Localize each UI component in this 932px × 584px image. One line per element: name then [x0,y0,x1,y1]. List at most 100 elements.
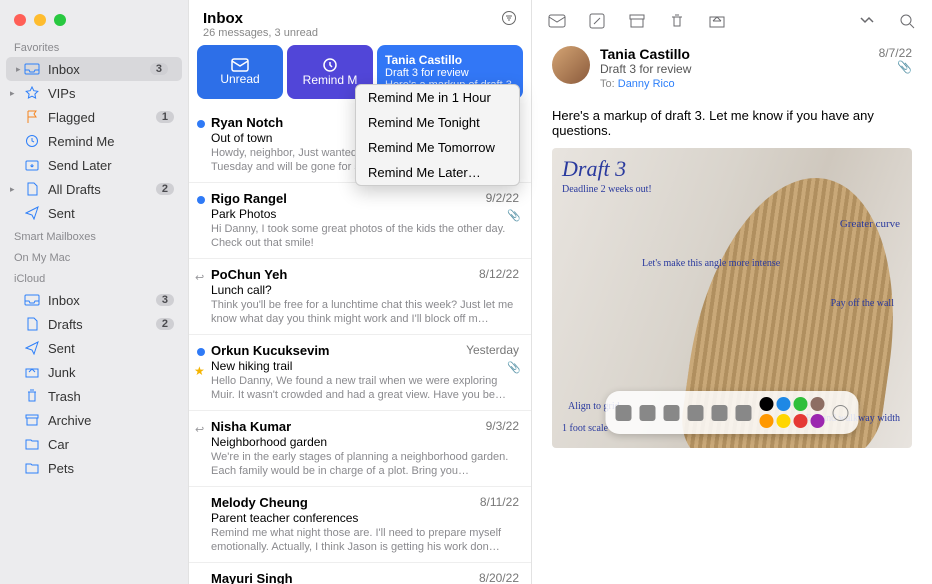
count-badge: 3 [150,63,168,75]
trash-icon[interactable] [668,12,686,30]
chevron-right-icon[interactable]: ▸ [16,64,21,75]
chevron-right-icon[interactable]: ▸ [10,184,15,195]
sidebar-item-inbox[interactable]: Inbox3 [0,288,188,312]
sidebar-section-icloud: iCloud [0,267,188,288]
close-window-button[interactable] [14,14,26,26]
message-date: Yesterday [466,343,519,358]
smart-card-unread[interactable]: Unread [197,45,283,99]
sidebar-item-label: Junk [48,365,75,380]
markup-add-icon[interactable] [833,405,849,421]
mailbox-title: Inbox [203,10,318,27]
sidebar-item-label: VIPs [48,86,75,101]
sidebar-item-trash[interactable]: Trash [0,384,188,408]
color-swatch[interactable] [777,414,791,428]
message-row[interactable]: ↩︎PoChun Yeh8/12/22Lunch call?Think you'… [189,259,531,335]
search-icon[interactable] [898,12,916,30]
message-date: 9/3/22 [486,419,519,434]
message-subject: Lunch call? [211,283,519,297]
sidebar-item-label: Trash [48,389,81,404]
markup-marker-icon[interactable] [640,405,656,421]
sidebar-item-sent[interactable]: Sent [0,336,188,360]
reader-subject: Draft 3 for review [600,62,869,76]
envelope-icon[interactable] [548,12,566,30]
message-preview: Think you'll be free for a lunchtime cha… [211,298,519,326]
markup-toolbar[interactable] [606,391,859,434]
sidebar-item-send-later[interactable]: Send Later [0,153,188,177]
message-date: 8/12/22 [479,267,519,282]
compose-icon[interactable] [588,12,606,30]
count-badge: 3 [156,294,174,306]
sidebar-item-drafts[interactable]: Drafts2 [0,312,188,336]
message-sender: Orkun Kucuksevim [211,343,330,358]
sidebar-item-sent[interactable]: Sent [0,201,188,225]
folder-icon [24,460,40,476]
message-row[interactable]: ↩︎Nisha Kumar9/3/22Neighborhood gardenWe… [189,411,531,487]
markup-lasso-icon[interactable] [712,405,728,421]
sidebar-item-inbox[interactable]: ▸Inbox3 [6,57,182,81]
sidebar-section-onmymac: On My Mac [0,246,188,267]
ctx-remind-later[interactable]: Remind Me Later… [356,160,519,185]
archive-icon[interactable] [628,12,646,30]
reader-to-value[interactable]: Danny Rico [618,78,675,90]
annotation: 1 foot scale [562,423,608,434]
flag-icon [24,109,40,125]
message-row[interactable]: Melody Cheung8/11/22Parent teacher confe… [189,487,531,563]
smart-card-remind-label: Remind M [303,73,358,87]
sidebar-item-label: Send Later [48,158,112,173]
reply-arrow-icon: ↩︎ [195,423,204,436]
attachment-icon[interactable]: 📎 [879,60,912,74]
color-swatch[interactable] [760,397,774,411]
annotation: Draft 3 [562,156,626,182]
message-row[interactable]: Mayuri Singh8/20/22 [189,563,531,584]
mailbox-subtitle: 26 messages, 3 unread [203,27,318,39]
color-swatch[interactable] [811,414,825,428]
doc-icon [24,181,40,197]
sidebar-item-label: Sent [48,341,75,356]
message-date: 8/11/22 [480,495,519,510]
filter-icon[interactable] [501,10,517,31]
sidebar-item-archive[interactable]: Archive [0,408,188,432]
color-swatch[interactable] [760,414,774,428]
sidebar-item-car[interactable]: Car [0,432,188,456]
paperclip-icon: 📎 [507,361,521,374]
ctx-remind-1h[interactable]: Remind Me in 1 Hour [356,85,519,110]
sidebar-item-all-drafts[interactable]: ▸All Drafts2 [0,177,188,201]
ctx-remind-tomorrow[interactable]: Remind Me Tomorrow [356,135,519,160]
ctx-remind-tonight[interactable]: Remind Me Tonight [356,110,519,135]
message-subject: Parent teacher conferences [211,511,519,525]
junk-icon[interactable] [708,12,726,30]
color-swatch[interactable] [811,397,825,411]
reply-arrow-icon: ↩︎ [195,271,204,284]
sidebar-item-vips[interactable]: ▸ VIPs [0,81,188,105]
color-swatch[interactable] [777,397,791,411]
sidebar-item-junk[interactable]: Junk [0,360,188,384]
color-swatch[interactable] [794,397,808,411]
markup-pencil-icon[interactable] [664,405,680,421]
message-preview: Hi Danny, I took some great photos of th… [211,222,519,250]
attachment-preview[interactable]: Draft 3 Deadline 2 weeks out! Let's make… [552,148,912,448]
sidebar-item-label: Remind Me [48,134,114,149]
message-subject: Park Photos [211,207,519,221]
message-row[interactable]: Rigo Rangel9/2/22📎Park PhotosHi Danny, I… [189,183,531,259]
message-row[interactable]: ★Orkun KucuksevimYesterday📎New hiking tr… [189,335,531,411]
minimize-window-button[interactable] [34,14,46,26]
reader-sender: Tania Castillo [600,46,869,62]
markup-pen-icon[interactable] [616,405,632,421]
annotation: Greater curve [840,218,900,230]
sidebar-item-pets[interactable]: Pets [0,456,188,480]
markup-ruler-icon[interactable] [736,405,752,421]
sidebar-item-flagged[interactable]: Flagged1 [0,105,188,129]
chevron-right-icon[interactable]: ▸ [10,88,15,99]
message-date: 8/20/22 [479,571,519,584]
message-preview: We're in the early stages of planning a … [211,450,519,478]
sidebar-item-remind-me[interactable]: Remind Me [0,129,188,153]
zoom-window-button[interactable] [54,14,66,26]
message-sender: Rigo Rangel [211,191,287,206]
sidebar-section-smart: Smart Mailboxes [0,225,188,246]
junk-icon [24,364,40,380]
more-icon[interactable] [858,12,876,30]
markup-eraser-icon[interactable] [688,405,704,421]
count-badge: 2 [156,318,174,330]
color-swatch[interactable] [794,414,808,428]
remind-context-menu: Remind Me in 1 Hour Remind Me Tonight Re… [355,84,520,186]
